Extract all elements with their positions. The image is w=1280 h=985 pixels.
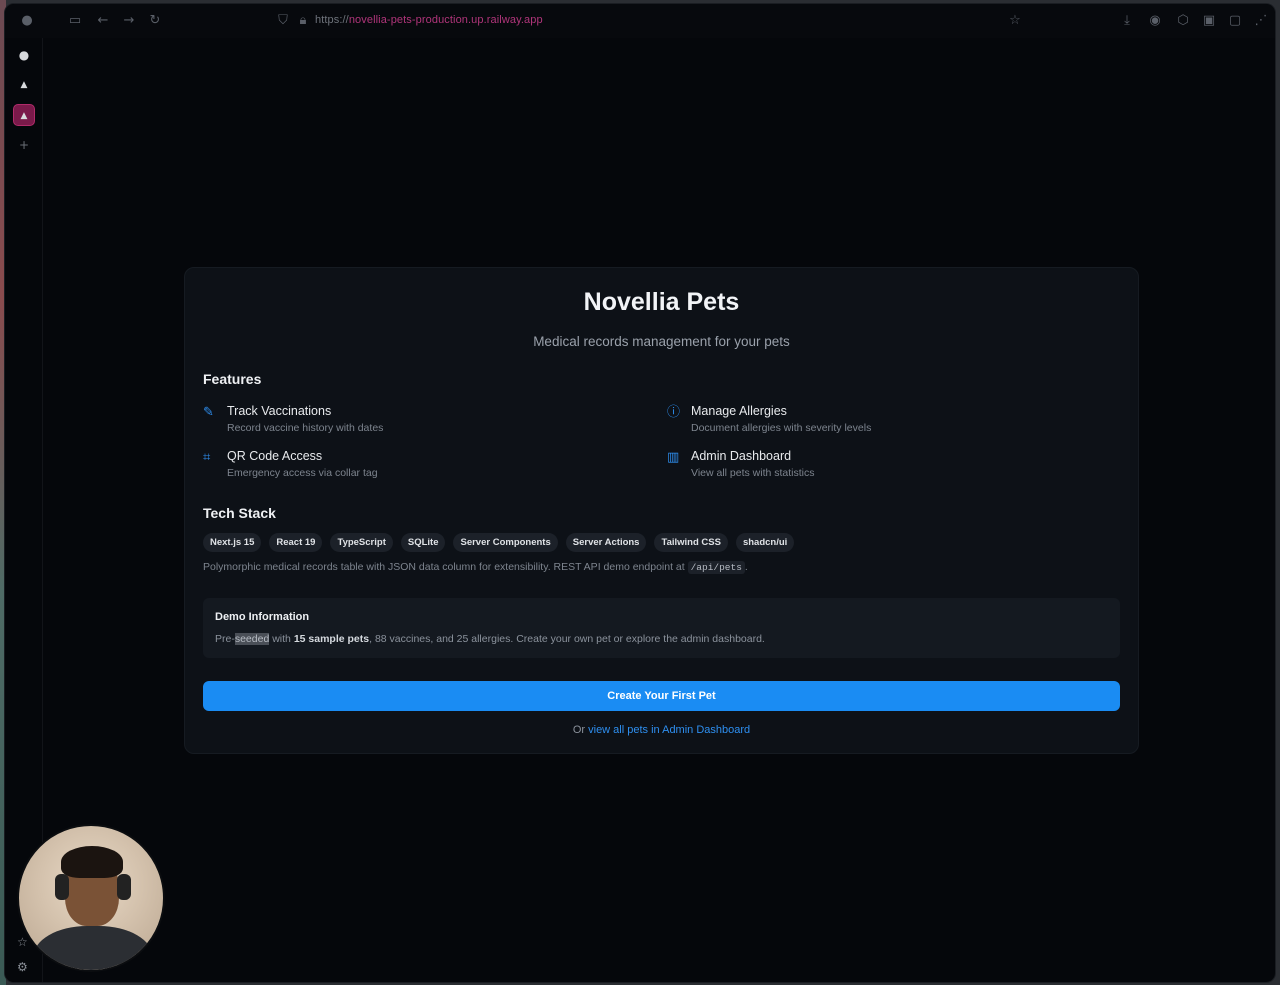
account-icon[interactable]: ◉ [1147,13,1163,29]
headphone-left [55,874,69,900]
alert-circle-icon: ⓘ [667,405,681,420]
feature-title: Track Vaccinations [227,404,332,418]
menu-icon[interactable]: ⋰ [1253,13,1269,29]
feature-desc: Emergency access via collar tag [227,467,378,479]
add-icon[interactable]: + [13,134,35,156]
feature-title: Admin Dashboard [691,449,792,463]
bar-chart-icon: ▥ [667,450,680,465]
reload-icon[interactable]: ↻ [147,13,163,29]
tech-stack-heading: Tech Stack [203,505,276,521]
webcam-person-torso [33,926,153,970]
tabs-icon[interactable]: ▣ [1201,13,1217,29]
tech-badges: Next.js 15 React 19 TypeScript SQLite Se… [203,533,795,552]
welcome-card: Novellia Pets Medical records management… [184,267,1139,754]
address-bar[interactable]: https://novellia-pets-production.up.rail… [315,14,543,26]
api-endpoint-code: /api/pets [687,561,745,574]
browser-toolbar: ● ▭ ← → ↻ ⛉ 🔒︎ https://novellia-pets-pro… [5,4,1275,38]
admin-link-row: Or view all pets in Admin Dashboard [572,724,751,736]
window-controls-icon[interactable]: ● [19,13,35,29]
tech-badge: Next.js 15 [203,533,262,552]
settings-icon[interactable]: ⚙ [17,960,28,974]
active-tab-icon[interactable]: ▲ [13,104,35,126]
tech-badge: TypeScript [330,533,393,552]
demo-information-box: Demo Information Pre-seeded with 15 samp… [203,598,1120,658]
syringe-icon: ✎ [203,405,214,420]
demo-heading: Demo Information [215,611,310,623]
feature-title: Manage Allergies [691,404,787,418]
tech-badge: shadcn/ui [735,533,795,552]
lock-icon: 🔒︎ [299,13,307,28]
page-subtitle: Medical records management for your pets [533,334,790,349]
tech-badge: React 19 [269,533,323,552]
star-icon[interactable]: ☆ [17,935,28,949]
tech-badge: Server Components [453,533,558,552]
browser-sidebar: ● ▲ ▲ + ☆ ⚙ [5,38,43,982]
create-first-pet-button[interactable]: Create Your First Pet [203,681,1120,711]
qr-code-icon: ⌗ [203,450,211,465]
feature-desc: View all pets with statistics [691,467,815,479]
back-icon[interactable]: ← [95,13,111,29]
admin-dashboard-link[interactable]: view all pets in Admin Dashboard [588,724,750,736]
tech-description: Polymorphic medical records table with J… [203,561,748,574]
forward-icon[interactable]: → [121,13,137,29]
tech-badge: Tailwind CSS [654,533,728,552]
features-heading: Features [203,371,262,387]
webcam-person-hair [61,846,123,878]
feature-desc: Document allergies with severity levels [691,422,872,434]
webcam-overlay [17,824,165,972]
star-icon[interactable]: ☆ [1007,13,1023,29]
window-icon[interactable]: ▢ [1227,13,1243,29]
feature-title: QR Code Access [227,449,323,463]
sidebar-toggle-icon[interactable]: ▭ [67,13,83,29]
tech-badge: Server Actions [565,533,647,552]
browser-window: ● ▭ ← → ↻ ⛉ 🔒︎ https://novellia-pets-pro… [4,3,1276,983]
tech-badge: SQLite [400,533,446,552]
page-title: Novellia Pets [583,288,740,316]
github-icon[interactable]: ● [13,44,35,66]
headphone-right [117,874,131,900]
feature-desc: Record vaccine history with dates [227,422,384,434]
shield-icon[interactable]: ⛉ [275,13,291,29]
download-icon[interactable]: ⤓ [1119,13,1135,29]
demo-text: Pre-seeded with 15 sample pets, 88 vacci… [215,633,765,645]
up-icon[interactable]: ▲ [13,74,35,96]
extensions-icon[interactable]: ⬡ [1175,13,1191,29]
